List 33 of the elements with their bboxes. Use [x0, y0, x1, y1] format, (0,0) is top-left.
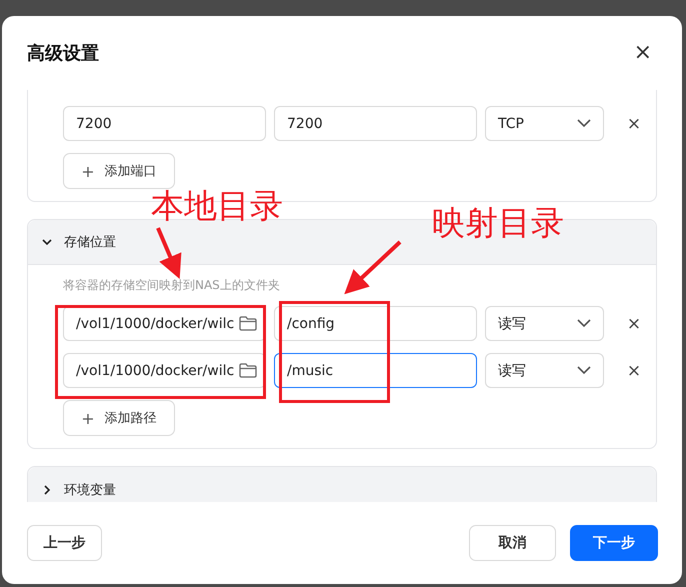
- next-button[interactable]: 下一步: [570, 525, 658, 561]
- cancel-button[interactable]: 取消: [469, 525, 556, 561]
- folder-icon[interactable]: [239, 316, 257, 331]
- chevron-down-icon[interactable]: [42, 237, 52, 247]
- back-button[interactable]: 上一步: [27, 525, 102, 561]
- dialog-title: 高级设置: [27, 42, 99, 65]
- remove-button[interactable]: ×: [626, 114, 642, 134]
- section-header[interactable]: 环境变量: [28, 467, 656, 502]
- annotation-arrow: [344, 240, 402, 294]
- annotation-arrow: [156, 227, 182, 280]
- host-port-field[interactable]: 7200: [63, 106, 266, 141]
- local-path-field[interactable]: /vol1/1000/docker/wilc: [63, 306, 266, 341]
- chevron-down-icon: [577, 119, 591, 128]
- add-port-button[interactable]: + 添加端口: [63, 153, 175, 189]
- folder-icon[interactable]: [239, 363, 257, 378]
- mapped-path-field[interactable]: /config: [274, 306, 477, 341]
- add-path-button[interactable]: + 添加路径: [63, 400, 175, 436]
- mode-select[interactable]: 读写: [485, 306, 604, 341]
- local-path-field[interactable]: /vol1/1000/docker/wilc: [63, 353, 266, 388]
- chevron-down-icon: [577, 366, 591, 375]
- section-title: 存储位置: [64, 234, 116, 251]
- mode-select[interactable]: 读写: [485, 353, 604, 388]
- annotation-label: 本地目录: [151, 189, 283, 222]
- chevron-right-icon[interactable]: [42, 484, 52, 494]
- remove-button[interactable]: ×: [626, 360, 642, 380]
- section-title: 环境变量: [64, 482, 116, 498]
- close-button[interactable]: ×: [634, 42, 652, 64]
- container-port-field[interactable]: 7200: [274, 106, 477, 141]
- remove-button[interactable]: ×: [626, 314, 642, 334]
- hint-text: 将容器的存储空间映射到NAS上的文件夹: [63, 277, 281, 294]
- mapped-path-field[interactable]: /music: [274, 353, 477, 388]
- chevron-down-icon: [577, 319, 591, 328]
- protocol-select[interactable]: TCP: [485, 106, 604, 141]
